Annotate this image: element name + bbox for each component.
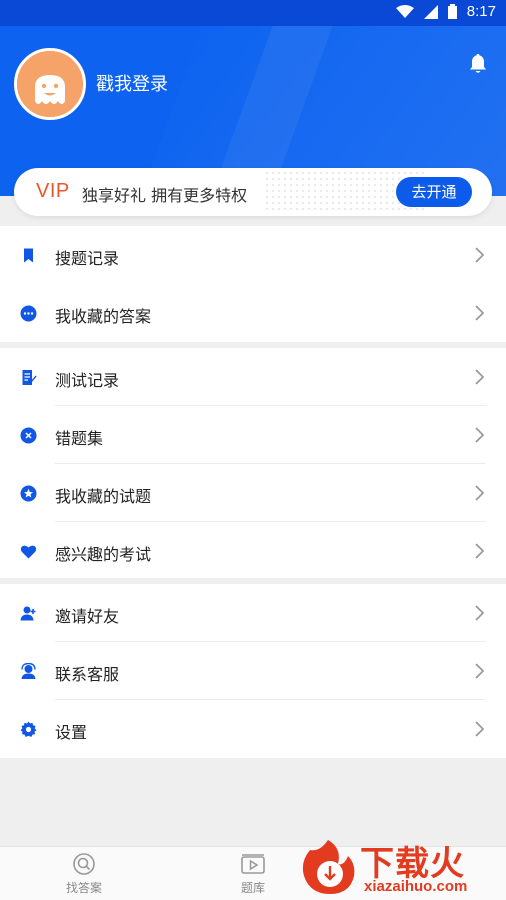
video-library-icon <box>241 854 265 874</box>
headset-icon <box>21 663 36 679</box>
menu-item-favorite-answers[interactable]: 我收藏的答案 <box>0 284 506 342</box>
menu-item-label: 搜题记录 <box>55 249 120 268</box>
vip-description: 独享好礼 拥有更多特权 <box>82 186 248 205</box>
add-user-icon <box>20 606 36 621</box>
gear-icon <box>20 721 37 737</box>
chevron-right-icon <box>475 721 484 737</box>
chevron-right-icon <box>475 247 484 263</box>
menu-item-label: 感兴趣的考试 <box>55 545 152 564</box>
search-icon <box>73 853 95 875</box>
chat-icon <box>20 305 37 322</box>
close-circle-icon <box>20 427 37 444</box>
bookmark-icon <box>24 248 33 263</box>
chevron-right-icon <box>475 605 484 621</box>
chevron-right-icon <box>475 663 484 679</box>
tab-find-answers[interactable]: 找答案 <box>44 853 124 896</box>
menu-group-records: 搜题记录 我收藏的答案 <box>0 226 506 342</box>
tab-label: 题库 <box>240 881 265 895</box>
menu-item-wrong-questions[interactable]: 错题集 <box>0 406 506 464</box>
watermark-logo: 下载火 xiazaihuo.com <box>298 830 506 900</box>
menu-item-label: 测试记录 <box>55 371 120 390</box>
menu-item-label: 邀请好友 <box>55 607 120 626</box>
chevron-right-icon <box>475 543 484 559</box>
open-vip-button[interactable]: 去开通 <box>396 177 472 207</box>
bell-icon[interactable] <box>466 52 490 76</box>
vip-tag: VIP <box>36 180 70 202</box>
vip-banner[interactable]: VIP 独享好礼 拥有更多特权 去开通 <box>14 168 492 216</box>
signal-icon <box>423 4 438 19</box>
menu-item-label: 联系客服 <box>55 665 120 684</box>
chevron-right-icon <box>475 369 484 385</box>
menu-item-label: 我收藏的试题 <box>55 487 152 506</box>
menu-item-invite-friends[interactable]: 邀请好友 <box>0 584 506 642</box>
menu-item-label: 设置 <box>55 723 88 742</box>
status-bar: 8:17 <box>0 0 506 26</box>
wifi-icon <box>395 4 414 18</box>
star-badge-icon <box>20 485 37 502</box>
avatar[interactable] <box>14 48 86 120</box>
menu-group-exams: 测试记录 错题集 我收藏的试题 感兴趣的考试 <box>0 348 506 578</box>
chevron-right-icon <box>475 485 484 501</box>
battery-icon <box>447 4 457 19</box>
document-edit-icon <box>22 370 37 385</box>
default-avatar-icon <box>17 51 83 117</box>
clock: 8:17 <box>466 3 496 20</box>
watermark-subtitle: xiazaihuo.com <box>364 878 468 895</box>
tab-label: 找答案 <box>65 881 102 895</box>
login-link[interactable]: 戳我登录 <box>96 70 168 96</box>
menu-item-customer-service[interactable]: 联系客服 <box>0 642 506 700</box>
heart-icon <box>20 545 37 559</box>
flame-logo-icon <box>302 840 355 894</box>
menu-item-favorite-questions[interactable]: 我收藏的试题 <box>0 464 506 522</box>
menu-item-settings[interactable]: 设置 <box>0 700 506 758</box>
menu-item-search-history[interactable]: 搜题记录 <box>0 226 506 284</box>
menu-item-test-records[interactable]: 测试记录 <box>0 348 506 406</box>
menu-group-other: 邀请好友 联系客服 设置 <box>0 584 506 758</box>
menu-item-label: 我收藏的答案 <box>55 307 152 326</box>
chevron-right-icon <box>475 427 484 443</box>
menu-item-label: 错题集 <box>55 429 104 448</box>
tab-question-bank[interactable]: 题库 <box>213 853 293 896</box>
menu-item-interested-exams[interactable]: 感兴趣的考试 <box>0 522 506 580</box>
chevron-right-icon <box>475 305 484 321</box>
